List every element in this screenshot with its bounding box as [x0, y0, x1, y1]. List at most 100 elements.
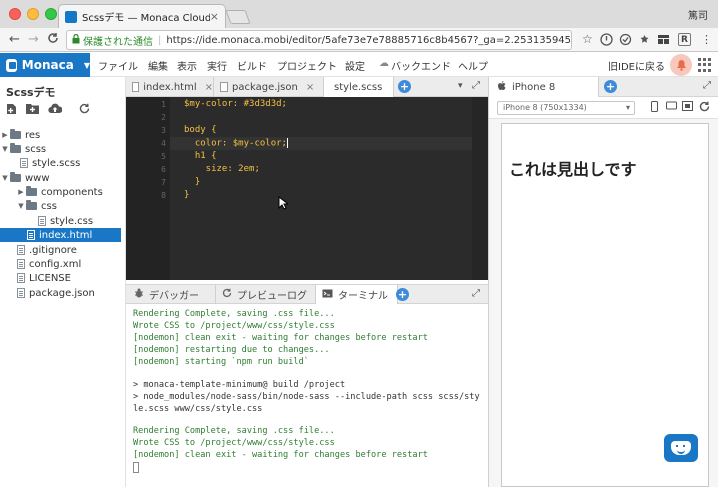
chevron-right-icon[interactable]: ▶ — [0, 131, 10, 139]
extension-icon-4[interactable] — [657, 33, 670, 46]
line-number: 7 — [161, 178, 166, 187]
preview-tabbar: iPhone 8 + ⤢ — [489, 77, 718, 97]
maximize-window-button[interactable] — [45, 8, 57, 20]
close-window-button[interactable] — [9, 8, 21, 20]
bookmark-star-icon[interactable]: ☆ — [582, 32, 593, 46]
terminal-output[interactable]: Rendering Complete, saving .css file... … — [126, 304, 488, 487]
browser-tabstrip: Scssデモ — Monaca Cloud IDE × 篤司 — [0, 0, 718, 28]
url-text: https://ide.monaca.mobi/editor/5afe73e7e… — [166, 34, 572, 46]
new-tab-button[interactable] — [225, 10, 251, 24]
screenshot-icon[interactable] — [682, 101, 693, 114]
extension-icon-2[interactable] — [619, 33, 632, 46]
new-file-icon[interactable] — [6, 103, 17, 117]
new-folder-icon[interactable] — [26, 103, 39, 117]
tree-item-css[interactable]: ▼ css — [0, 199, 121, 213]
folder-icon — [26, 200, 37, 210]
apps-grid-icon[interactable] — [698, 58, 712, 72]
landscape-icon[interactable] — [666, 101, 677, 113]
tab-menu-icon[interactable]: ▾ — [458, 81, 463, 91]
code-line: $my-color: #3d3d3d; — [184, 99, 287, 109]
device-preview-screen[interactable]: これは見出しです — [501, 123, 709, 487]
extension-icon-3[interactable] — [638, 33, 651, 46]
upload-icon[interactable] — [48, 103, 63, 117]
menu-help[interactable]: ヘルプ — [458, 58, 488, 73]
tree-item-www[interactable]: ▼ www — [0, 171, 121, 185]
terminal-line: [nodemon] clean exit - waiting for chang… — [133, 333, 428, 343]
menu-file[interactable]: ファイル — [98, 58, 138, 73]
tab-package-json[interactable]: package.json × — [214, 77, 324, 97]
tree-item-components[interactable]: ▶ components — [0, 185, 121, 199]
browser-tab[interactable]: Scssデモ — Monaca Cloud IDE × — [58, 4, 226, 28]
menu-build[interactable]: ビルド — [237, 58, 267, 73]
reload-preview-icon[interactable] — [699, 101, 710, 115]
editor-scrollbar[interactable] — [472, 97, 488, 280]
bottom-panel-tabbar: デバッガー プレビューログ ターミナル + ⤢ — [126, 284, 488, 304]
preview-panel: iPhone 8 + ⤢ iPhone 8 (750x1334) これは見出しで… — [488, 77, 718, 487]
tree-item-scss[interactable]: ▼ scss — [0, 142, 121, 156]
extension-icon-5[interactable]: R — [678, 33, 691, 46]
terminal-line: le.scss www/css/style.css — [133, 404, 263, 414]
tab-close-icon[interactable]: × — [306, 82, 314, 93]
monaca-logo-text: Monaca — [21, 58, 74, 72]
tree-item-index-html[interactable]: index.html — [0, 228, 121, 242]
menu-view[interactable]: 表示 — [177, 58, 197, 73]
browser-menu-icon[interactable]: ⋮ — [700, 33, 713, 46]
tree-item-label: .gitignore — [29, 244, 77, 256]
reload-icon[interactable] — [47, 32, 59, 49]
add-device-icon[interactable]: + — [604, 80, 617, 93]
sidebar-toolbar — [6, 103, 90, 117]
tab-preview-log[interactable]: プレビューログ — [216, 285, 316, 304]
file-icon — [132, 82, 140, 92]
code-editor[interactable]: 1 2 3 4 5 6 7 8 $my-color: #3d3d3d; body… — [126, 97, 488, 280]
menu-run[interactable]: 実行 — [207, 58, 227, 73]
tab-style-scss[interactable]: style.scss — [324, 77, 394, 97]
chevron-down-icon[interactable]: ▼ — [16, 202, 26, 210]
forward-arrow-icon[interactable]: → — [28, 32, 39, 48]
line-number: 1 — [161, 100, 166, 109]
terminal-cursor — [133, 462, 139, 473]
minimize-window-button[interactable] — [27, 8, 39, 20]
tab-debugger[interactable]: デバッガー — [126, 285, 216, 304]
bell-icon[interactable] — [670, 54, 692, 76]
menu-edit[interactable]: 編集 — [148, 58, 168, 73]
file-icon — [17, 245, 25, 255]
back-arrow-icon[interactable]: ← — [9, 32, 20, 48]
add-tab-icon[interactable]: + — [398, 80, 411, 93]
tab-index-html[interactable]: index.html × — [126, 77, 214, 97]
tree-item-config-xml[interactable]: config.xml — [0, 257, 121, 271]
refresh-icon[interactable] — [79, 103, 90, 117]
tab-close-icon[interactable]: × — [210, 10, 219, 23]
apple-icon — [497, 80, 506, 94]
monaca-logo-menu[interactable]: Monaca ▼ — [0, 53, 90, 77]
tab-close-icon[interactable]: × — [205, 82, 213, 93]
expand-icon[interactable]: ⤢ — [703, 80, 711, 91]
menu-backend[interactable]: バックエンド — [391, 58, 451, 73]
expand-icon[interactable]: ⤢ — [472, 288, 480, 299]
chevron-down-icon[interactable]: ▼ — [0, 145, 10, 153]
tree-item-license[interactable]: LICENSE — [0, 271, 121, 285]
add-terminal-icon[interactable]: + — [396, 288, 409, 301]
portrait-icon[interactable] — [651, 101, 658, 115]
tab-label: package.json — [232, 81, 298, 93]
menu-project[interactable]: プロジェクト — [277, 58, 337, 73]
tree-item-style-scss[interactable]: style.scss — [0, 156, 121, 170]
extension-icon-1[interactable] — [600, 33, 613, 46]
menu-settings[interactable]: 設定 — [345, 58, 365, 73]
back-to-old-ide-link[interactable]: 旧IDEに戻る — [608, 58, 665, 73]
tree-item-package-json[interactable]: package.json — [0, 286, 121, 300]
support-chat-button[interactable] — [664, 434, 698, 462]
tree-item-gitignore[interactable]: .gitignore — [0, 243, 121, 257]
tree-item-label: style.scss — [32, 157, 81, 169]
tab-terminal[interactable]: ターミナル — [316, 285, 398, 304]
project-title: Scssデモ — [6, 86, 56, 99]
chevron-down-icon[interactable]: ▼ — [0, 174, 10, 182]
chevron-right-icon[interactable]: ▶ — [16, 188, 26, 196]
expand-icon[interactable]: ⤢ — [472, 80, 480, 91]
tab-iphone-8[interactable]: iPhone 8 — [489, 77, 599, 97]
tree-item-res[interactable]: ▶ res — [0, 128, 121, 142]
code-line: } — [184, 177, 201, 187]
tree-item-style-css[interactable]: style.css — [0, 214, 121, 228]
browser-user-name[interactable]: 篤司 — [688, 7, 708, 22]
address-bar[interactable]: 保護された通信 | https://ide.monaca.mobi/editor… — [66, 30, 572, 50]
device-select[interactable]: iPhone 8 (750x1334) — [497, 101, 635, 115]
